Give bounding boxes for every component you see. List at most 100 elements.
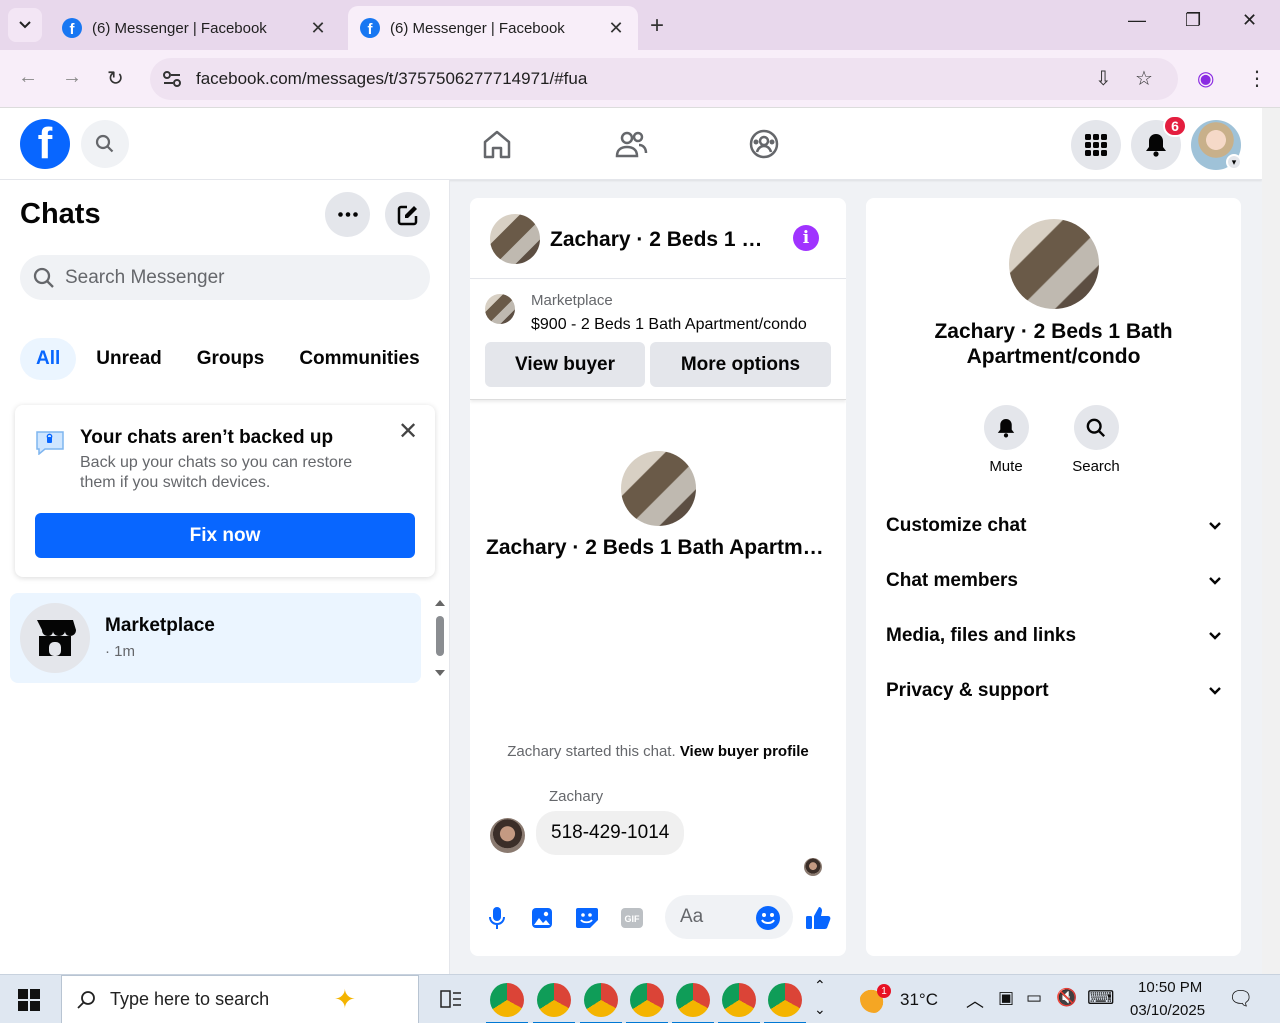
profile-icon[interactable]: ◉ [1197,66,1214,91]
filter-communities[interactable]: Communities [283,338,435,380]
menu-button[interactable] [1071,120,1121,170]
sidebar-scrollbar[interactable] [432,598,448,678]
view-buyer-profile-link[interactable]: View buyer profile [680,743,809,760]
voice-clip-icon[interactable] [484,905,510,931]
groups-nav[interactable] [744,126,784,162]
notification-center-icon[interactable]: 🗨 [1228,986,1253,1011]
info-title: Zachary · 2 Beds 1 Bath Apartment/condo [934,320,1173,368]
fix-now-button[interactable]: Fix now [35,513,415,558]
site-settings-icon[interactable] [162,70,182,88]
chrome-app-1[interactable] [486,983,528,1023]
task-view-icon[interactable] [440,989,462,1009]
close-icon[interactable]: ✕ [398,417,418,446]
install-app-icon[interactable]: ⇩ [1095,66,1112,91]
browser-menu-icon[interactable]: ⋮ [1247,66,1267,91]
friends-nav[interactable] [611,126,651,162]
chat-started-notice: Zachary started this chat. View buyer pr… [470,743,846,760]
weather-temp[interactable]: 31°C [900,990,938,1010]
home-nav[interactable] [477,126,517,162]
taskbar-scroll-down-icon[interactable]: ⌄ [814,1001,826,1018]
chevron-down-icon [1209,632,1221,640]
marketplace-label: Marketplace [531,292,613,309]
chats-title: Chats [20,198,101,230]
chat-options-button[interactable] [325,192,370,237]
forward-icon[interactable]: → [62,66,82,89]
filter-all[interactable]: All [20,338,77,380]
tab-title: (6) Messenger | Facebook [390,19,565,37]
conversation-panel: Zachary · 2 Beds 1 Bath Apartment/condo … [470,198,846,956]
photo-icon[interactable] [529,905,555,931]
facebook-favicon-icon: f [62,18,82,38]
emoji-icon[interactable] [755,905,781,931]
back-icon[interactable]: ← [18,66,38,89]
facebook-search-button[interactable] [81,120,129,168]
chat-info-panel: Zachary · 2 Beds 1 Bath Apartment/condo … [866,198,1241,956]
close-tab-icon[interactable]: ✕ [606,18,626,39]
browser-tab-1[interactable]: f (6) Messenger | Facebook ✕ [50,6,340,50]
view-buyer-button[interactable]: View buyer [485,342,645,387]
close-tab-icon[interactable]: ✕ [308,18,328,39]
chrome-app-7[interactable] [764,983,806,1023]
section-label: Privacy & support [886,680,1049,701]
restore-icon[interactable]: ❐ [1185,10,1201,31]
sticker-icon[interactable] [574,905,600,931]
volume-muted-icon[interactable]: 🔇 [1056,988,1077,1008]
chrome-app-3[interactable] [580,983,622,1023]
backup-title: Your chats aren’t backed up [80,427,334,448]
message-bubble[interactable]: 518-429-1014 [536,811,685,855]
filter-groups[interactable]: Groups [181,338,281,380]
facebook-logo[interactable]: f [20,119,70,169]
listing-thumbnail [485,294,515,324]
clock-time[interactable]: 10:50 PM [1138,979,1202,996]
taskbar-search-placeholder: Type here to search [110,989,270,1009]
close-window-icon[interactable]: ✕ [1242,10,1257,31]
minimize-icon[interactable]: — [1128,10,1146,31]
meet-now-icon[interactable]: ▣ [998,988,1014,1008]
info-icon[interactable]: i [793,225,819,251]
search-messenger-input[interactable]: Search Messenger [20,255,430,300]
chrome-app-2[interactable] [533,983,575,1023]
clock-date[interactable]: 03/10/2025 [1130,1002,1205,1019]
filter-unread[interactable]: Unread [80,338,177,380]
account-dropdown-icon[interactable]: ▾ [1226,154,1242,170]
search-action[interactable]: Search [1056,405,1136,475]
section-privacy-support[interactable]: Privacy & support [886,671,1221,711]
browser-tab-2[interactable]: f (6) Messenger | Facebook ✕ [348,6,638,50]
weather-badge: 1 [877,984,891,998]
conversation-title[interactable]: Zachary · 2 Beds 1 Bath Apartment/condo [550,228,775,252]
mute-action[interactable]: Mute [966,405,1046,475]
chrome-app-4[interactable] [626,983,668,1023]
gif-icon[interactable]: GIF [619,905,645,931]
tab-title: (6) Messenger | Facebook [92,19,267,37]
keyboard-icon[interactable]: ⌨ [1087,987,1114,1010]
reload-icon[interactable]: ↻ [107,66,124,91]
chevron-down-icon [1209,687,1221,695]
windows-start-icon[interactable] [18,989,40,1011]
new-message-button[interactable] [385,192,430,237]
chat-list-item[interactable]: Marketplace · 1m [10,593,421,683]
section-chat-members[interactable]: Chat members [886,561,1221,601]
sender-avatar[interactable] [490,818,525,853]
taskbar-search-input[interactable]: Type here to search ✦ [61,975,419,1023]
chrome-app-5[interactable] [672,983,714,1023]
network-icon[interactable]: ▭ [1026,988,1042,1008]
taskbar-scroll-up-icon[interactable]: ⌃ [814,977,826,994]
message-composer: GIF Aa [470,895,846,943]
conversation-avatar[interactable] [490,214,540,264]
notification-badge: 6 [1163,115,1187,137]
more-options-button[interactable]: More options [650,342,831,387]
tab-search-dropdown[interactable] [8,8,42,42]
facebook-header: f ▾ [0,108,1262,180]
listing-title[interactable]: $900 - 2 Beds 1 Bath Apartment/condo [531,316,807,334]
browser-tab-bar: f (6) Messenger | Facebook ✕ f (6) Messe… [0,0,1280,50]
thumbs-up-icon[interactable] [805,905,831,931]
bookmark-star-icon[interactable]: ☆ [1135,66,1153,91]
page-scrollbar[interactable] [1262,108,1280,974]
url-field[interactable]: facebook.com/messages/t/3757506277714971… [150,58,1178,100]
new-tab-button[interactable]: + [650,12,664,40]
chrome-app-6[interactable] [718,983,760,1023]
section-media-files-links[interactable]: Media, files and links [886,616,1221,656]
section-customize-chat[interactable]: Customize chat [886,506,1221,546]
show-hidden-icons-icon[interactable]: ︿ [966,987,984,1013]
chat-name: Marketplace [105,615,215,636]
